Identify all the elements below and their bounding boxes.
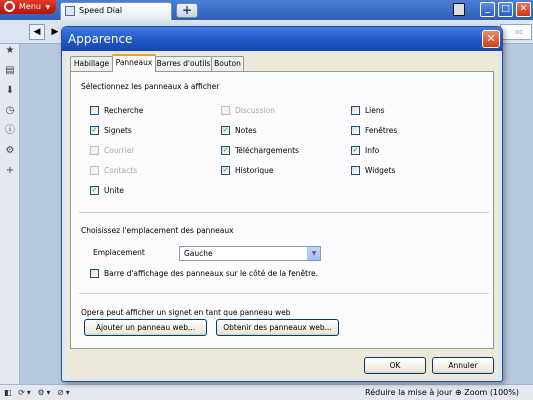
status-bar: ◧ ⟳▾ ⚙▾ ⊘▾ Réduire la mise à jour ⊕ Zoom… xyxy=(0,384,533,400)
fenetres-label: Fenêtres xyxy=(365,126,398,135)
speed-dial-icon xyxy=(65,6,75,16)
discussion-checkbox xyxy=(221,106,230,115)
get-webpanels-button[interactable]: Obtenir des panneaux web... xyxy=(216,319,339,336)
telechargements-checkbox[interactable]: ✓ xyxy=(221,146,230,155)
notes-panel-icon[interactable]: ▤ xyxy=(5,66,15,76)
close-window-button[interactable]: ✕ xyxy=(516,2,531,17)
courrier-checkbox xyxy=(90,146,99,155)
info-panel-icon[interactable]: ⓘ xyxy=(5,126,15,136)
menu-label: Menu xyxy=(19,2,41,11)
chevron-down-icon[interactable]: ▼ xyxy=(307,247,320,260)
tab-bouton[interactable]: Bouton xyxy=(211,56,244,71)
contacts-label: Contacts xyxy=(104,166,138,175)
zoom-label: Zoom (100%) xyxy=(464,388,519,397)
sidebar-toggle-label: Barre d'affichage des panneaux sur le cô… xyxy=(104,269,318,278)
minimize-button[interactable]: _ xyxy=(480,2,495,17)
tab-habillage[interactable]: Habillage xyxy=(70,56,113,71)
info-label: Info xyxy=(365,146,380,155)
liens-checkbox[interactable] xyxy=(351,106,360,115)
ok-button[interactable]: OK xyxy=(364,357,426,374)
appearance-dialog: Apparence ✕ Habillage Panneaux Barres d'… xyxy=(61,26,503,382)
unite-panel-icon[interactable]: ⚙ xyxy=(5,146,15,156)
location-select-value: Gauche xyxy=(184,249,213,258)
dialog-body: Habillage Panneaux Barres d'outils Bouto… xyxy=(66,53,498,379)
unite-checkbox[interactable]: ✓ xyxy=(90,186,99,195)
info-checkbox[interactable]: ✓ xyxy=(351,146,360,155)
tab-panneaux[interactable]: Panneaux xyxy=(112,54,156,72)
section-location-title: Choisissez l'emplacement des panneaux xyxy=(81,226,234,235)
section-divider xyxy=(79,212,489,214)
add-panel-icon[interactable]: + xyxy=(5,166,15,176)
notes-checkbox[interactable]: ✓ xyxy=(221,126,230,135)
forward-button[interactable]: ▶ xyxy=(48,24,62,40)
history-panel-icon[interactable]: ◷ xyxy=(5,106,15,116)
section-webpanel-title: Opera peut afficher un signet en tant qu… xyxy=(81,308,291,317)
zoom-icon: ⊕ xyxy=(455,388,462,397)
tab-speed-dial[interactable]: Speed Dial xyxy=(60,2,172,20)
sidebar-toggle-checkbox[interactable] xyxy=(90,269,99,278)
historique-label: Historique xyxy=(235,166,274,175)
widgets-checkbox[interactable] xyxy=(351,166,360,175)
liens-label: Liens xyxy=(365,106,385,115)
fenetres-checkbox[interactable] xyxy=(351,126,360,135)
dialog-title: Apparence xyxy=(62,27,502,51)
unite-label: Unite xyxy=(104,186,124,195)
contacts-checkbox xyxy=(90,166,99,175)
location-select[interactable]: Gauche ▼ xyxy=(179,246,321,261)
telechargements-label: Téléchargements xyxy=(235,146,299,155)
recherche-label: Recherche xyxy=(104,106,144,115)
opera-menu-button[interactable]: Menu ▼ xyxy=(0,0,56,14)
opera-logo-icon xyxy=(4,1,15,12)
panel-sidebar: ★ ▤ ⬇ ◷ ⓘ ⚙ + xyxy=(0,44,20,384)
downloads-panel-icon[interactable]: ⬇ xyxy=(5,86,15,96)
new-tab-button[interactable]: + xyxy=(176,3,198,18)
widgets-label: Widgets xyxy=(365,166,396,175)
chevron-down-icon: ▼ xyxy=(45,4,51,11)
reduce-update-label[interactable]: Réduire la mise à jour xyxy=(365,385,452,400)
section-panels-title: Sélectionnez les panneaux à afficher xyxy=(81,82,220,91)
search-input[interactable]: oc xyxy=(500,24,532,40)
browser-title-bar: Menu ▼ Speed Dial + _ □ ✕ xyxy=(0,0,533,20)
section-divider xyxy=(79,293,489,295)
add-webpanel-button[interactable]: Ajouter un panneau web... xyxy=(84,319,207,336)
historique-checkbox[interactable]: ✓ xyxy=(221,166,230,175)
bookmarks-panel-icon[interactable]: ★ xyxy=(5,46,15,56)
signets-label: Signets xyxy=(104,126,132,135)
signets-checkbox[interactable]: ✓ xyxy=(90,126,99,135)
panneaux-tab-page: Sélectionnez les panneaux à afficher Rec… xyxy=(70,71,494,349)
trash-icon[interactable] xyxy=(453,3,465,16)
zoom-control[interactable]: ⊕ Zoom (100%) xyxy=(455,385,519,400)
recherche-checkbox[interactable] xyxy=(90,106,99,115)
discussion-label: Discussion xyxy=(235,106,275,115)
tab-barres-outils[interactable]: Barres d'outils xyxy=(155,56,212,71)
maximize-button[interactable]: □ xyxy=(498,2,513,17)
courrier-label: Courrier xyxy=(104,146,135,155)
cancel-button[interactable]: Annuler xyxy=(432,357,494,374)
dialog-close-button[interactable]: ✕ xyxy=(482,30,500,48)
notes-label: Notes xyxy=(235,126,257,135)
location-label: Emplacement xyxy=(93,248,145,257)
status-icons[interactable]: ◧ ⟳▾ ⚙▾ ⊘▾ xyxy=(4,385,72,400)
tab-title: Speed Dial xyxy=(79,6,123,15)
back-button[interactable]: ◀ xyxy=(29,24,45,40)
